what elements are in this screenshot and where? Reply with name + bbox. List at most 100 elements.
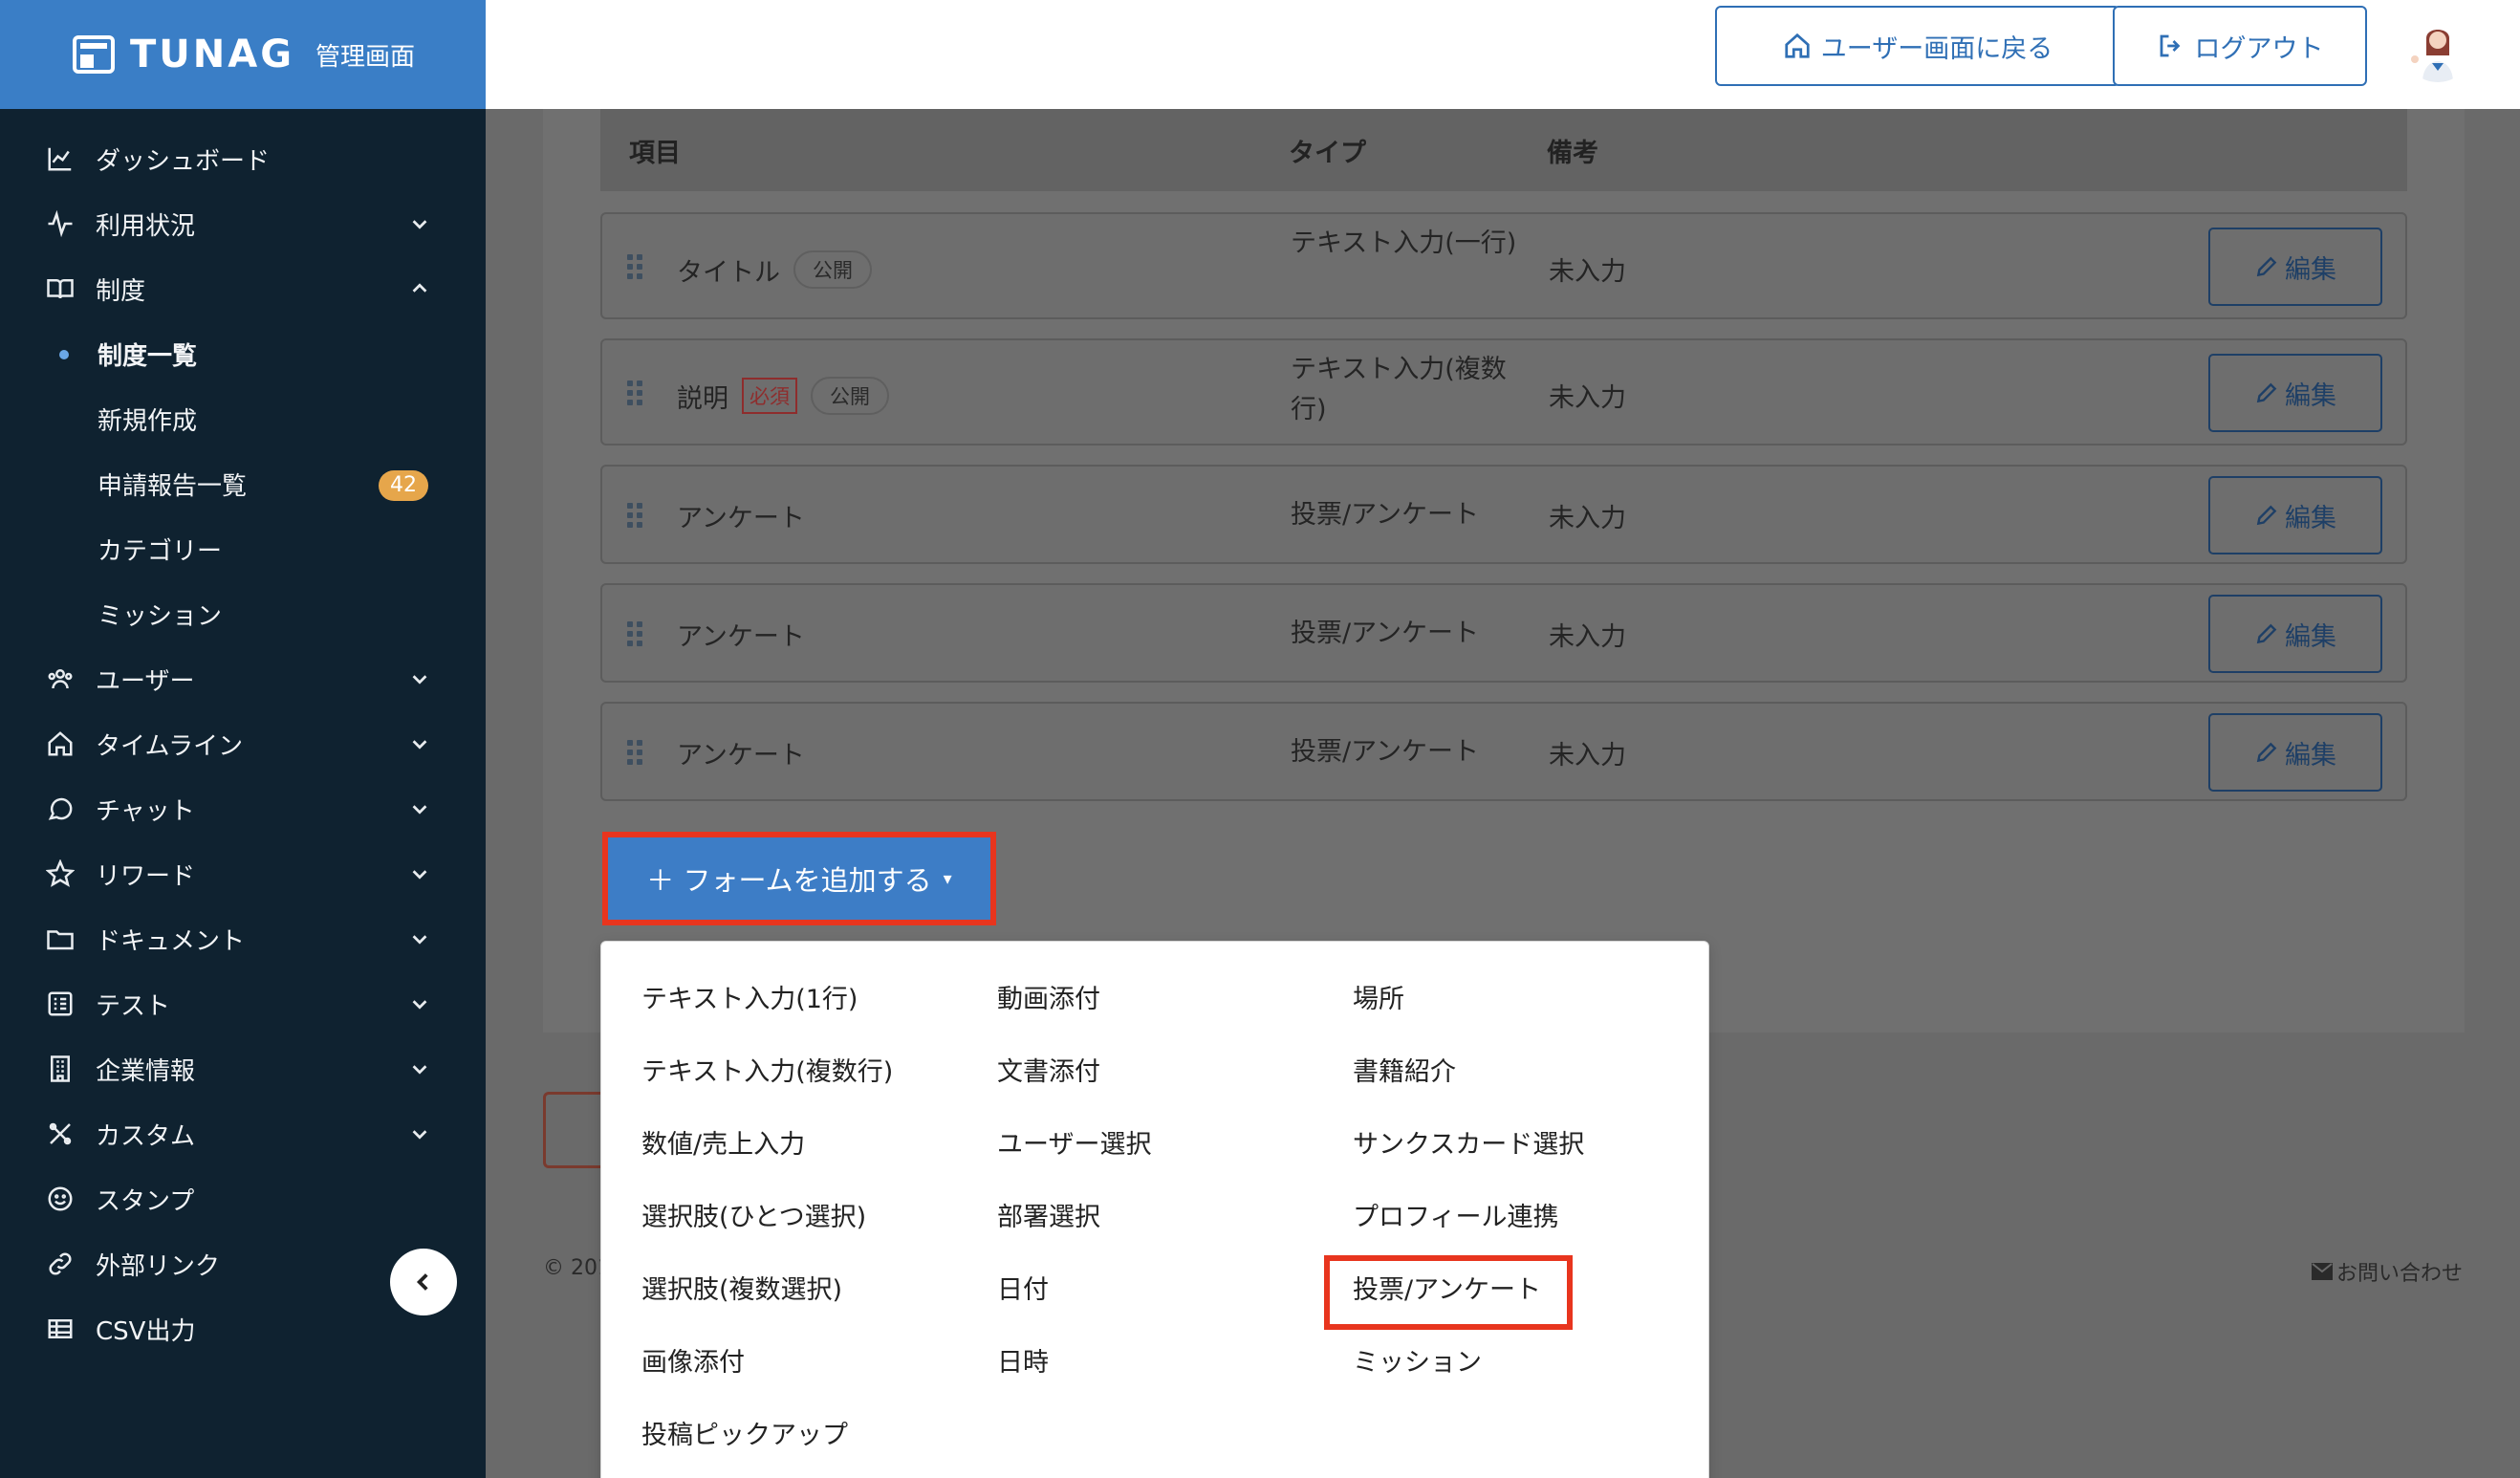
table-row[interactable]: 説明 必須 公開 テキスト入力(複数行) 未入力 編集: [600, 338, 2407, 446]
drag-handle-icon[interactable]: [627, 254, 644, 279]
sidebar-item-reward[interactable]: リワード: [0, 841, 486, 906]
chevron-down-icon[interactable]: [409, 1122, 430, 1143]
field-note: 未入力: [1549, 622, 1626, 652]
field-type: テキスト入力(一行): [1291, 228, 1517, 258]
chevron-down-icon[interactable]: [409, 212, 430, 233]
sidebar-item-label: ユーザー: [96, 666, 195, 696]
chevron-down-icon[interactable]: [409, 667, 430, 688]
dropdown-item-image[interactable]: 画像添付: [641, 1341, 745, 1379]
dropdown-item-text-multi[interactable]: テキスト入力(複数行): [641, 1051, 893, 1088]
sidebar-subitem-new[interactable]: 新規作成: [0, 386, 486, 451]
sidebar-item-label: チャット: [96, 796, 195, 826]
sidebar-item-company[interactable]: 企業情報: [0, 1036, 486, 1101]
table-row[interactable]: アンケート 投票/アンケート 未入力 編集: [600, 583, 2407, 683]
chat-icon: [44, 793, 76, 825]
sidebar-item-users[interactable]: ユーザー: [0, 646, 486, 711]
sidebar-item-document[interactable]: ドキュメント: [0, 906, 486, 971]
sidebar-item-chat[interactable]: チャット: [0, 776, 486, 841]
edit-button[interactable]: 編集: [2208, 354, 2382, 432]
edit-button-label: 編集: [2285, 254, 2336, 285]
table-row[interactable]: アンケート 投票/アンケート 未入力 編集: [600, 702, 2407, 801]
field-name: タイトル: [677, 257, 780, 288]
chevron-down-icon[interactable]: [409, 1057, 430, 1078]
sidebar-item-label: ドキュメント: [96, 926, 246, 956]
dropdown-item-mission[interactable]: ミッション: [1353, 1341, 1482, 1379]
field-name: アンケート: [677, 741, 805, 771]
logo-icon: [73, 35, 115, 74]
back-to-user-view-button[interactable]: ユーザー画面に戻る: [1715, 6, 2120, 86]
brand-header[interactable]: TUNAG 管理画面: [0, 0, 486, 109]
sidebar-subitem-reports[interactable]: 申請報告一覧 42: [0, 451, 486, 516]
smile-icon: [44, 1183, 76, 1215]
dropdown-item-date[interactable]: 日付: [997, 1269, 1049, 1306]
edit-button[interactable]: 編集: [2208, 595, 2382, 673]
dropdown-item-text-single[interactable]: テキスト入力(1行): [641, 978, 858, 1015]
pencil-icon: [2256, 623, 2277, 644]
drag-handle-icon[interactable]: [627, 380, 644, 405]
table-row[interactable]: アンケート 投票/アンケート 未入力 編集: [600, 465, 2407, 564]
footer-contact-link[interactable]: お問い合わせ: [2312, 1256, 2463, 1287]
sidebar-collapse-button[interactable]: [390, 1249, 457, 1315]
dropdown-item-place[interactable]: 場所: [1353, 978, 1404, 1015]
header-note: 備考: [1547, 139, 1598, 168]
dropdown-item-book[interactable]: 書籍紹介: [1353, 1051, 1456, 1088]
dropdown-item-post-pickup[interactable]: 投稿ピックアップ: [641, 1414, 848, 1451]
chevron-down-icon[interactable]: [409, 732, 430, 753]
sidebar-subitem-system-list[interactable]: 制度一覧: [0, 321, 486, 386]
pencil-icon: [2256, 256, 2277, 277]
sidebar-item-label: 外部リンク: [96, 1251, 221, 1281]
pencil-icon: [2256, 742, 2277, 763]
pencil-icon: [2256, 505, 2277, 526]
row-name: アンケート: [677, 616, 805, 653]
dropdown-item-user-select[interactable]: ユーザー選択: [997, 1123, 1151, 1161]
logout-button[interactable]: ログアウト: [2113, 6, 2367, 86]
dropdown-item-document[interactable]: 文書添付: [997, 1051, 1100, 1088]
dropdown-item-profile-link[interactable]: プロフィール連携: [1353, 1196, 1558, 1233]
chevron-down-icon[interactable]: [409, 797, 430, 818]
sidebar: TUNAG 管理画面 ダッシュボード 利用状況 制度 制度一覧 新規作成 申請報…: [0, 0, 486, 1478]
table-icon: [44, 1313, 76, 1345]
edit-button[interactable]: 編集: [2208, 476, 2382, 554]
highlight-add-form: [602, 832, 996, 925]
dropdown-item-video[interactable]: 動画添付: [997, 978, 1100, 1015]
drag-handle-icon[interactable]: [627, 740, 644, 765]
dropdown-item-department[interactable]: 部署選択: [997, 1196, 1100, 1233]
edit-button-label: 編集: [2285, 740, 2336, 771]
chevron-down-icon[interactable]: [409, 992, 430, 1013]
sidebar-item-custom[interactable]: カスタム: [0, 1101, 486, 1166]
building-icon: [44, 1053, 76, 1085]
sidebar-item-system[interactable]: 制度: [0, 256, 486, 321]
chevron-up-icon[interactable]: [409, 277, 430, 298]
sidebar-item-label: ダッシュボード: [96, 146, 271, 176]
sidebar-item-usage[interactable]: 利用状況: [0, 191, 486, 256]
form-table-header: 項目 タイプ 備考: [600, 109, 2407, 191]
sidebar-item-label: テスト: [96, 991, 171, 1021]
sidebar-subitem-mission[interactable]: ミッション: [0, 581, 486, 646]
avatar[interactable]: [2403, 13, 2472, 82]
dropdown-item-thanks-card[interactable]: サンクスカード選択: [1353, 1123, 1584, 1161]
field-name: アンケート: [677, 504, 805, 533]
chevron-down-icon[interactable]: [409, 927, 430, 948]
sidebar-item-dashboard[interactable]: ダッシュボード: [0, 126, 486, 191]
sidebar-subitem-category[interactable]: カテゴリー: [0, 516, 486, 581]
dropdown-item-number[interactable]: 数値/売上入力: [641, 1123, 805, 1161]
sidebar-item-stamp[interactable]: スタンプ: [0, 1166, 486, 1231]
row-name: アンケート: [677, 497, 805, 534]
dropdown-item-datetime[interactable]: 日時: [997, 1341, 1049, 1379]
sidebar-item-label: タイムライン: [96, 731, 244, 761]
drag-handle-icon[interactable]: [627, 621, 644, 646]
edit-button[interactable]: 編集: [2208, 228, 2382, 306]
dropdown-item-choice-multi[interactable]: 選択肢(複数選択): [641, 1269, 842, 1306]
sidebar-subitem-label: 新規作成: [98, 406, 198, 436]
chevron-down-icon[interactable]: [409, 862, 430, 883]
drag-handle-icon[interactable]: [627, 503, 644, 528]
edit-button[interactable]: 編集: [2208, 713, 2382, 792]
count-badge: 42: [379, 470, 428, 501]
sidebar-item-test[interactable]: テスト: [0, 971, 486, 1036]
dropdown-item-choice-single[interactable]: 選択肢(ひとつ選択): [641, 1196, 866, 1233]
chevron-left-icon: [416, 1273, 428, 1291]
delete-button[interactable]: [543, 1092, 600, 1168]
table-row[interactable]: タイトル 公開 テキスト入力(一行) 未入力 編集: [600, 212, 2407, 319]
sidebar-subitem-label: ミッション: [98, 601, 223, 631]
sidebar-item-timeline[interactable]: タイムライン: [0, 711, 486, 776]
